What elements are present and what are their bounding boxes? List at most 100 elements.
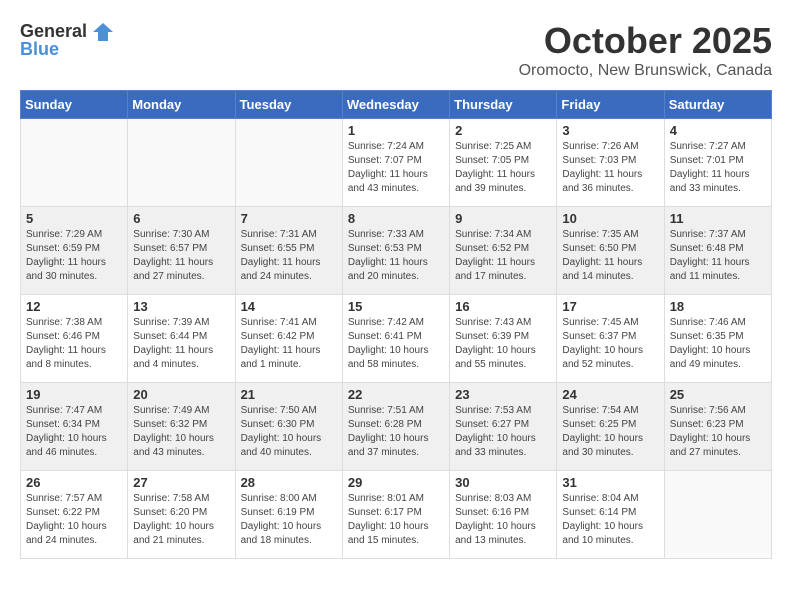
day-number: 22 (348, 387, 444, 402)
calendar-week-row: 12 Sunrise: 7:38 AM Sunset: 6:46 PM Dayli… (21, 295, 772, 383)
day-info: Sunrise: 7:49 AM Sunset: 6:32 PM Dayligh… (133, 404, 229, 460)
day-number: 23 (455, 387, 551, 402)
logo-blue: Blue (20, 40, 59, 60)
day-info: Sunrise: 7:35 AM Sunset: 6:50 PM Dayligh… (562, 228, 658, 284)
calendar-cell: 15 Sunrise: 7:42 AM Sunset: 6:41 PM Dayli… (342, 295, 449, 383)
calendar-week-row: 5Sunrise: 7:29 AM Sunset: 6:59 PM Daylig… (21, 207, 772, 295)
calendar-cell: 7 Sunrise: 7:31 AM Sunset: 6:55 PM Daylig… (235, 207, 342, 295)
day-number: 7 (241, 211, 337, 226)
day-info: Sunrise: 7:27 AM Sunset: 7:01 PM Dayligh… (670, 140, 766, 196)
calendar-cell: 17 Sunrise: 7:45 AM Sunset: 6:37 PM Dayli… (557, 295, 664, 383)
day-info: Sunrise: 7:47 AM Sunset: 6:34 PM Dayligh… (26, 404, 122, 460)
day-info: Sunrise: 7:39 AM Sunset: 6:44 PM Dayligh… (133, 316, 229, 372)
day-number: 17 (562, 299, 658, 314)
header-cell-sunday: Sunday (21, 91, 128, 119)
day-number: 1 (348, 123, 444, 138)
calendar-cell: 19 Sunrise: 7:47 AM Sunset: 6:34 PM Dayli… (21, 383, 128, 471)
calendar-header-row: SundayMondayTuesdayWednesdayThursdayFrid… (21, 91, 772, 119)
day-info: Sunrise: 7:33 AM Sunset: 6:53 PM Dayligh… (348, 228, 444, 284)
day-info: Sunrise: 7:45 AM Sunset: 6:37 PM Dayligh… (562, 316, 658, 372)
day-info: Sunrise: 7:46 AM Sunset: 6:35 PM Dayligh… (670, 316, 766, 372)
calendar-body: 1 Sunrise: 7:24 AM Sunset: 7:07 PM Daylig… (21, 119, 772, 559)
day-info: Sunrise: 7:41 AM Sunset: 6:42 PM Dayligh… (241, 316, 337, 372)
calendar-cell: 1 Sunrise: 7:24 AM Sunset: 7:07 PM Daylig… (342, 119, 449, 207)
day-number: 5 (26, 211, 122, 226)
day-info: Sunrise: 7:26 AM Sunset: 7:03 PM Dayligh… (562, 140, 658, 196)
header-cell-friday: Friday (557, 91, 664, 119)
day-number: 30 (455, 475, 551, 490)
calendar-cell: 22 Sunrise: 7:51 AM Sunset: 6:28 PM Dayli… (342, 383, 449, 471)
day-info: Sunrise: 7:56 AM Sunset: 6:23 PM Dayligh… (670, 404, 766, 460)
day-number: 4 (670, 123, 766, 138)
calendar-cell: 5Sunrise: 7:29 AM Sunset: 6:59 PM Daylig… (21, 207, 128, 295)
header-cell-thursday: Thursday (450, 91, 557, 119)
calendar-cell: 30Sunrise: 8:03 AM Sunset: 6:16 PM Dayli… (450, 471, 557, 559)
calendar-cell: 21Sunrise: 7:50 AM Sunset: 6:30 PM Dayli… (235, 383, 342, 471)
day-number: 14 (241, 299, 337, 314)
day-info: Sunrise: 8:01 AM Sunset: 6:17 PM Dayligh… (348, 492, 444, 548)
calendar-cell: 18 Sunrise: 7:46 AM Sunset: 6:35 PM Dayli… (664, 295, 771, 383)
header: General Blue October 2025 Oromocto, New … (20, 20, 772, 80)
calendar-cell: 16 Sunrise: 7:43 AM Sunset: 6:39 PM Dayli… (450, 295, 557, 383)
calendar-cell: 10Sunrise: 7:35 AM Sunset: 6:50 PM Dayli… (557, 207, 664, 295)
calendar-cell: 3 Sunrise: 7:26 AM Sunset: 7:03 PM Daylig… (557, 119, 664, 207)
day-number: 3 (562, 123, 658, 138)
calendar-cell: 24 Sunrise: 7:54 AM Sunset: 6:25 PM Dayli… (557, 383, 664, 471)
day-number: 25 (670, 387, 766, 402)
day-info: Sunrise: 7:43 AM Sunset: 6:39 PM Dayligh… (455, 316, 551, 372)
calendar-cell: 14 Sunrise: 7:41 AM Sunset: 6:42 PM Dayli… (235, 295, 342, 383)
day-info: Sunrise: 7:58 AM Sunset: 6:20 PM Dayligh… (133, 492, 229, 548)
day-info: Sunrise: 7:51 AM Sunset: 6:28 PM Dayligh… (348, 404, 444, 460)
calendar-cell: 28Sunrise: 8:00 AM Sunset: 6:19 PM Dayli… (235, 471, 342, 559)
calendar-cell (235, 119, 342, 207)
day-number: 9 (455, 211, 551, 226)
day-number: 19 (26, 387, 122, 402)
day-info: Sunrise: 7:53 AM Sunset: 6:27 PM Dayligh… (455, 404, 551, 460)
day-info: Sunrise: 7:38 AM Sunset: 6:46 PM Dayligh… (26, 316, 122, 372)
day-number: 24 (562, 387, 658, 402)
logo: General Blue (20, 20, 115, 60)
day-info: Sunrise: 7:42 AM Sunset: 6:41 PM Dayligh… (348, 316, 444, 372)
day-number: 26 (26, 475, 122, 490)
day-info: Sunrise: 7:24 AM Sunset: 7:07 PM Dayligh… (348, 140, 444, 196)
calendar-title: October 2025 (519, 20, 772, 62)
day-number: 6 (133, 211, 229, 226)
calendar-cell: 12 Sunrise: 7:38 AM Sunset: 6:46 PM Dayli… (21, 295, 128, 383)
calendar-cell: 11 Sunrise: 7:37 AM Sunset: 6:48 PM Dayli… (664, 207, 771, 295)
calendar-cell (664, 471, 771, 559)
day-number: 2 (455, 123, 551, 138)
calendar-cell: 27Sunrise: 7:58 AM Sunset: 6:20 PM Dayli… (128, 471, 235, 559)
header-cell-wednesday: Wednesday (342, 91, 449, 119)
calendar-cell: 4 Sunrise: 7:27 AM Sunset: 7:01 PM Daylig… (664, 119, 771, 207)
calendar-cell: 2Sunrise: 7:25 AM Sunset: 7:05 PM Daylig… (450, 119, 557, 207)
calendar-cell: 8 Sunrise: 7:33 AM Sunset: 6:53 PM Daylig… (342, 207, 449, 295)
calendar-cell: 9 Sunrise: 7:34 AM Sunset: 6:52 PM Daylig… (450, 207, 557, 295)
day-number: 15 (348, 299, 444, 314)
calendar-cell: 13 Sunrise: 7:39 AM Sunset: 6:44 PM Dayli… (128, 295, 235, 383)
day-info: Sunrise: 7:31 AM Sunset: 6:55 PM Dayligh… (241, 228, 337, 284)
day-number: 16 (455, 299, 551, 314)
calendar-cell: 20Sunrise: 7:49 AM Sunset: 6:32 PM Dayli… (128, 383, 235, 471)
title-section: October 2025 Oromocto, New Brunswick, Ca… (519, 20, 772, 80)
day-info: Sunrise: 7:50 AM Sunset: 6:30 PM Dayligh… (241, 404, 337, 460)
calendar-week-row: 1 Sunrise: 7:24 AM Sunset: 7:07 PM Daylig… (21, 119, 772, 207)
day-info: Sunrise: 7:34 AM Sunset: 6:52 PM Dayligh… (455, 228, 551, 284)
logo-icon (91, 20, 115, 44)
calendar-cell: 25 Sunrise: 7:56 AM Sunset: 6:23 PM Dayli… (664, 383, 771, 471)
day-info: Sunrise: 7:54 AM Sunset: 6:25 PM Dayligh… (562, 404, 658, 460)
day-info: Sunrise: 7:30 AM Sunset: 6:57 PM Dayligh… (133, 228, 229, 284)
day-info: Sunrise: 7:37 AM Sunset: 6:48 PM Dayligh… (670, 228, 766, 284)
header-cell-saturday: Saturday (664, 91, 771, 119)
calendar-week-row: 26Sunrise: 7:57 AM Sunset: 6:22 PM Dayli… (21, 471, 772, 559)
day-number: 11 (670, 211, 766, 226)
day-number: 8 (348, 211, 444, 226)
calendar-week-row: 19 Sunrise: 7:47 AM Sunset: 6:34 PM Dayli… (21, 383, 772, 471)
calendar-table: SundayMondayTuesdayWednesdayThursdayFrid… (20, 90, 772, 559)
calendar-cell: 6 Sunrise: 7:30 AM Sunset: 6:57 PM Daylig… (128, 207, 235, 295)
day-number: 18 (670, 299, 766, 314)
calendar-cell: 23 Sunrise: 7:53 AM Sunset: 6:27 PM Dayli… (450, 383, 557, 471)
header-cell-monday: Monday (128, 91, 235, 119)
day-number: 12 (26, 299, 122, 314)
day-number: 13 (133, 299, 229, 314)
day-info: Sunrise: 8:04 AM Sunset: 6:14 PM Dayligh… (562, 492, 658, 548)
